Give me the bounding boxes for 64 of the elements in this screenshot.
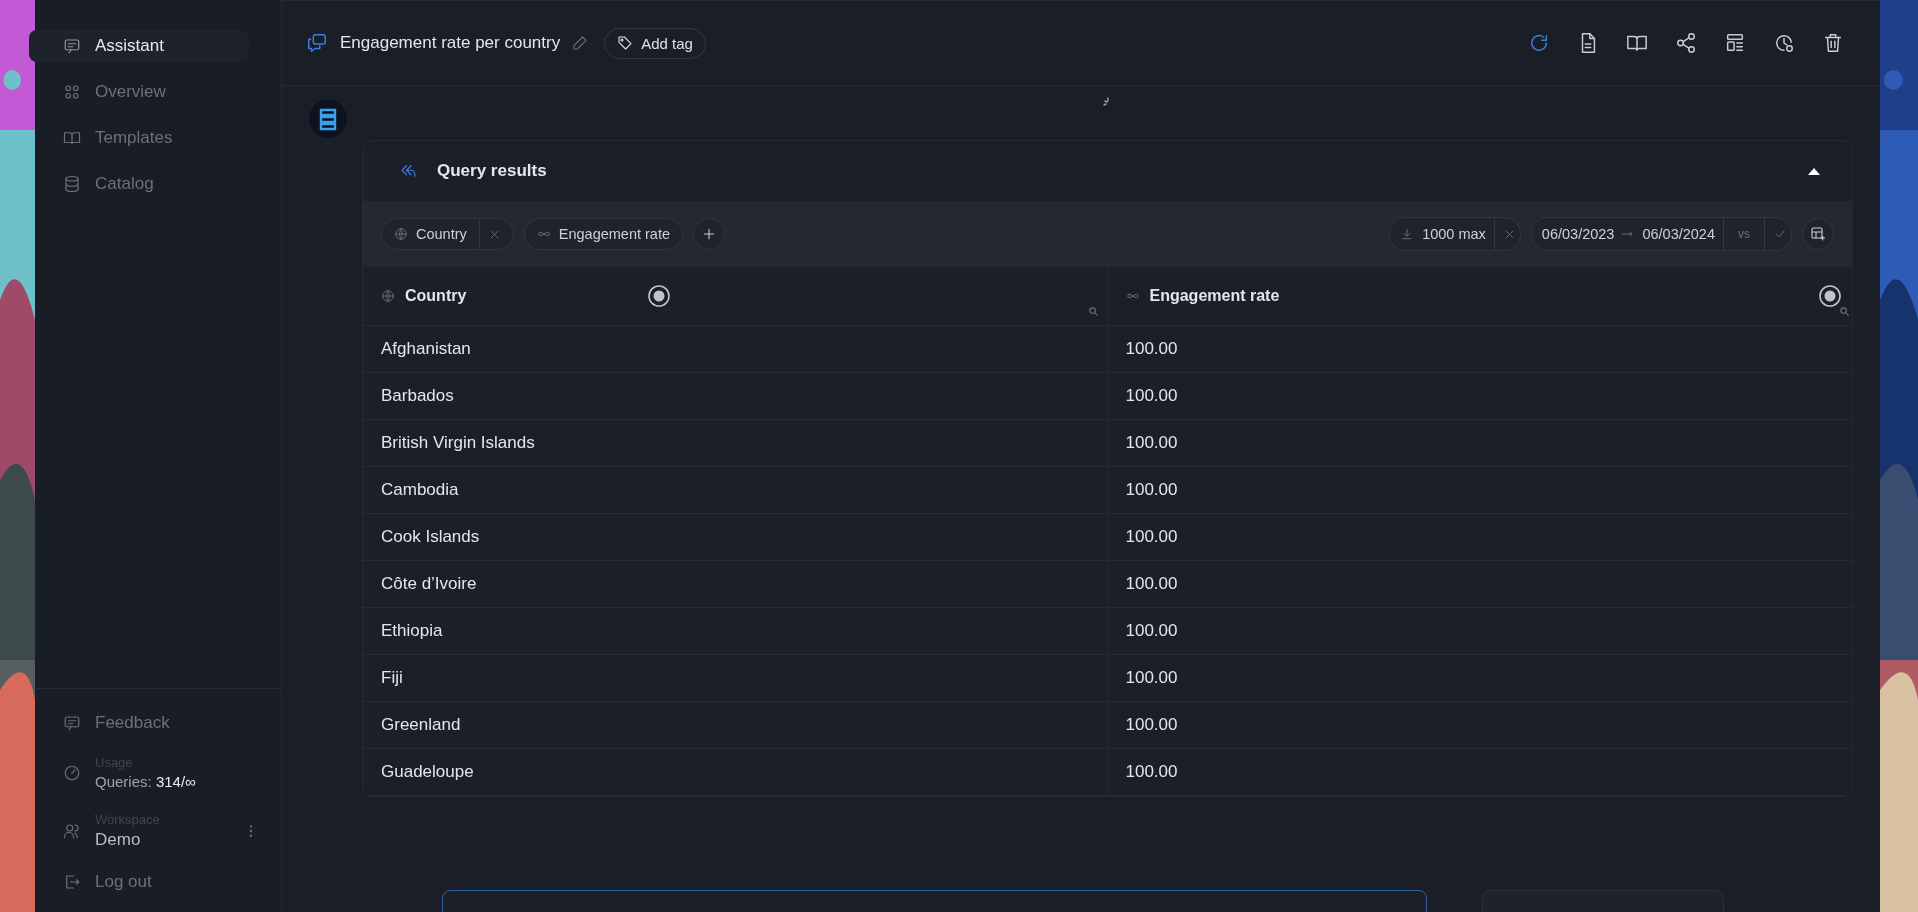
table-cell: Barbados [363, 373, 1108, 420]
column-header[interactable]: Country [363, 267, 1108, 326]
row-limit-control[interactable]: 1000 max [1389, 217, 1521, 251]
arrow-icon [1622, 230, 1635, 238]
users-icon [63, 822, 81, 840]
reply-icon [399, 162, 417, 180]
add-button[interactable] [693, 218, 726, 250]
chat-bubbles-icon [306, 32, 328, 54]
table-cell: Greenland [363, 702, 1108, 749]
collapse-caret-icon[interactable] [1808, 167, 1820, 175]
sort-toggle-icon[interactable] [647, 284, 671, 308]
download-icon [1400, 227, 1415, 241]
sort-toggle-icon[interactable] [1818, 284, 1842, 308]
table-cell: Cambodia [363, 467, 1108, 514]
date-from: 06/03/2023 [1541, 226, 1615, 242]
table-cell: Guadeloupe [363, 749, 1108, 796]
table-cell: Côte d’Ivoire [363, 561, 1108, 608]
table-settings-button[interactable] [1802, 218, 1834, 250]
table-cell: Fiji [363, 655, 1108, 702]
table-cell: Ethiopia [363, 608, 1108, 655]
tag-icon [617, 35, 634, 51]
table-cell: Cook Islands [363, 514, 1108, 561]
table-cell: 100.00 [1107, 467, 1852, 514]
trash-icon[interactable] [1822, 32, 1844, 54]
panel-title: Query results [437, 161, 547, 181]
table-plus-icon [1810, 226, 1826, 242]
sidebar-item[interactable]: Assistant [29, 30, 249, 62]
db-icon [63, 175, 81, 193]
table-cell: 100.00 [1107, 326, 1852, 373]
table-cell: 100.00 [1107, 514, 1852, 561]
share-icon[interactable] [1675, 32, 1697, 54]
search-icon[interactable] [1087, 306, 1099, 317]
globe-icon [381, 289, 395, 303]
column-header[interactable]: Engagement rate [1107, 267, 1852, 326]
table-cell: 100.00 [1107, 749, 1852, 796]
gauge-icon [63, 763, 81, 782]
date-to: 06/03/2024 [1642, 226, 1715, 242]
date-range-control[interactable]: 06/03/2023 06/03/2024 vs [1530, 217, 1792, 251]
logo-icon [309, 100, 347, 138]
logout-icon [63, 873, 81, 891]
refresh-icon[interactable] [1528, 32, 1550, 54]
feedback-icon [63, 714, 81, 732]
search-icon[interactable] [1839, 306, 1850, 317]
table-cell: 100.00 [1107, 561, 1852, 608]
dimension-chip[interactable]: Engagement rate [523, 218, 684, 250]
book-icon [63, 129, 81, 147]
workspace-name: Demo [95, 830, 142, 850]
table-cell: 100.00 [1107, 702, 1852, 749]
report-title: Engagement rate per country [340, 33, 561, 53]
pencil-icon [572, 35, 589, 51]
dimension-chip[interactable]: Country [381, 218, 514, 250]
table-cell: 100.00 [1107, 655, 1852, 702]
grid-icon [63, 83, 81, 101]
table-cell: 100.00 [1107, 608, 1852, 655]
globe-icon [394, 227, 408, 241]
table-cell: 100.00 [1107, 420, 1852, 467]
clock-icon[interactable] [1773, 32, 1795, 54]
row-limit: 1000 max [1422, 226, 1486, 242]
table-cell: British Virgin Islands [363, 420, 1108, 467]
table-cell: Afghanistan [363, 326, 1108, 373]
chat-icon [63, 37, 81, 55]
table-cell: 100.00 [1107, 373, 1852, 420]
queries-count: Queries: 314/∞ [95, 773, 196, 790]
layout-icon[interactable] [1724, 32, 1746, 54]
